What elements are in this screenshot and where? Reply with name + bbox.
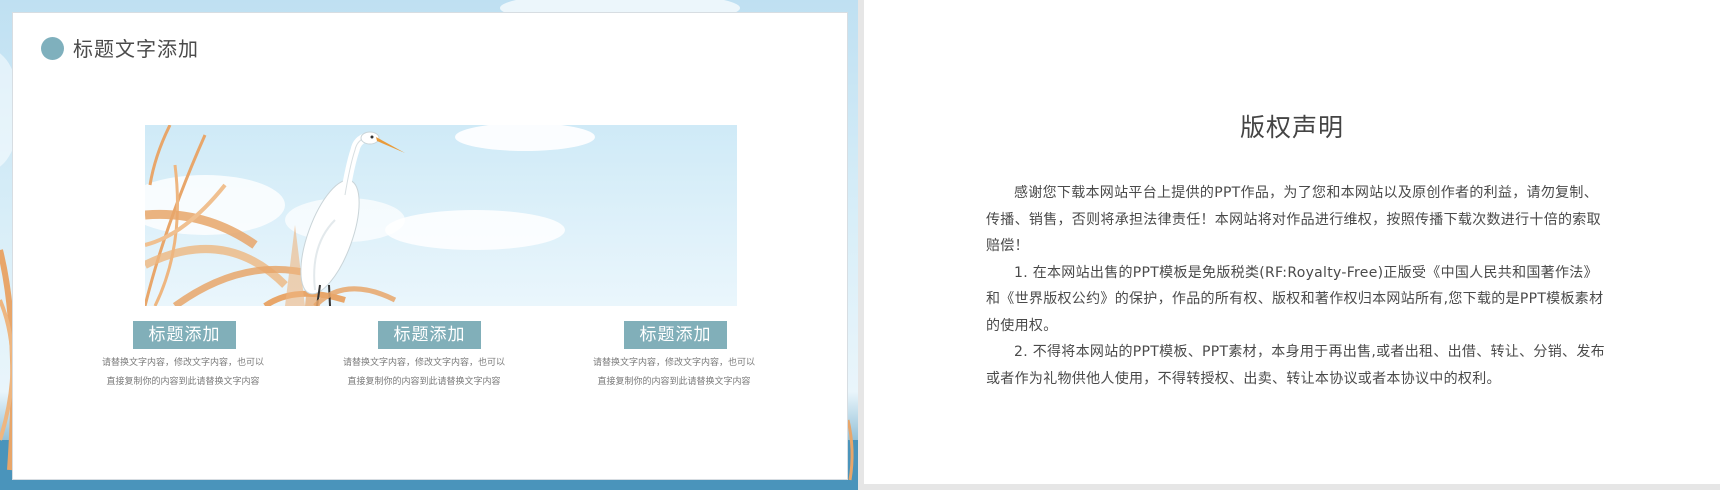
caption-desc-3-line2: 直接复制你的内容到此请替换文字内容 (597, 377, 751, 387)
caption-desc-1-line2: 直接复制你的内容到此请替换文字内容 (106, 377, 260, 387)
content-card: 标题文字添加 标题添加 请替换文字内容，修改文字内容，也可以 直接复制你的内容到… (12, 12, 848, 480)
slide-1: 标题文字添加 标题添加 请替换文字内容，修改文字内容，也可以 直接复制你的内容到… (0, 0, 858, 490)
copyright-paragraph-1: 感谢您下载本网站平台上提供的PPT作品，为了您和本网站以及原创作者的利益，请勿复… (986, 185, 1601, 254)
caption-label-2: 标题添加 (378, 321, 481, 349)
caption-desc-1-line1: 请替换文字内容，修改文字内容，也可以 (101, 358, 264, 368)
copyright-paragraph-3: 2. 不得将本网站的PPT模板、PPT素材，本身用于再出售,或者出租、出借、转让… (986, 344, 1605, 387)
egret-illustration (145, 125, 737, 306)
copyright-body: 感谢您下载本网站平台上提供的PPT作品，为了您和本网站以及原创作者的利益，请勿复… (986, 180, 1606, 392)
caption-desc-3: 请替换文字内容，修改文字内容，也可以 直接复制你的内容到此请替换文字内容 (574, 354, 774, 392)
caption-desc-3-line1: 请替换文字内容，修改文字内容，也可以 (592, 358, 755, 368)
slide-title: 标题文字添加 (73, 37, 199, 61)
caption-desc-1: 请替换文字内容，修改文字内容，也可以 直接复制你的内容到此请替换文字内容 (83, 354, 283, 392)
caption-desc-2-line1: 请替换文字内容，修改文字内容，也可以 (342, 358, 505, 368)
title-bullet-icon (41, 37, 64, 60)
caption-desc-2: 请替换文字内容，修改文字内容，也可以 直接复制你的内容到此请替换文字内容 (324, 354, 524, 392)
copyright-title: 版权声明 (1239, 113, 1344, 142)
copyright-paragraph-2: 1. 在本网站出售的PPT模板是免版税类(RF:Royalty-Free)正版受… (986, 264, 1604, 334)
caption-desc-2-line2: 直接复制你的内容到此请替换文字内容 (347, 377, 501, 387)
caption-label-1: 标题添加 (133, 321, 236, 349)
slide-2: 版权声明 感谢您下载本网站平台上提供的PPT作品，为了您和本网站以及原创作者的利… (864, 0, 1720, 484)
caption-label-3: 标题添加 (624, 321, 727, 349)
